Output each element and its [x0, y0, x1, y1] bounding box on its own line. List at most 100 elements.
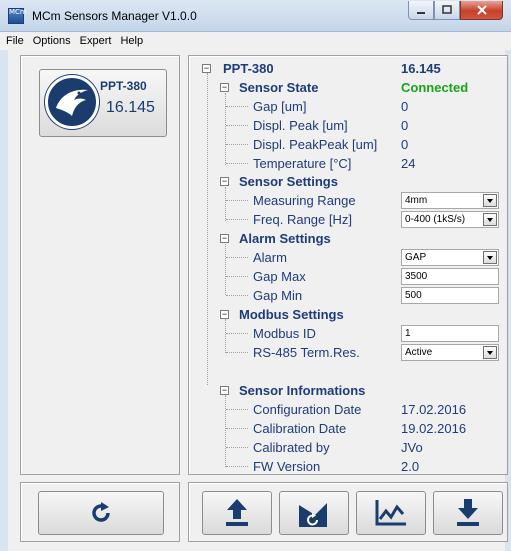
alarm-label: Alarm: [253, 250, 287, 265]
chevron-down-icon[interactable]: [483, 194, 497, 207]
menu-bar: File Options Expert Help: [0, 32, 511, 50]
tree-line: [226, 295, 248, 296]
tree-root-label: PPT-380: [223, 61, 274, 76]
maximize-button[interactable]: [434, 1, 460, 20]
gap-label: Gap [um]: [253, 99, 307, 114]
window-title: MCm Sensors Manager V1.0.0: [32, 9, 197, 23]
tree-line: [226, 219, 248, 220]
device-refresh-button[interactable]: [279, 491, 349, 535]
device-value: 16.145: [106, 99, 155, 116]
menu-expert[interactable]: Expert: [80, 35, 112, 47]
measuring-range-selected: 4mm: [405, 195, 428, 206]
displ-peakpeak-value: 0: [401, 137, 409, 152]
temperature-row: Temperature [°C] 24: [189, 154, 509, 173]
chevron-down-icon[interactable]: [483, 213, 497, 226]
close-button[interactable]: [460, 1, 503, 20]
alarm-settings-row[interactable]: − Alarm Settings: [189, 229, 509, 248]
tree-line: [226, 428, 248, 429]
measuring-range-row: Measuring Range 4mm: [189, 191, 509, 210]
menu-options[interactable]: Options: [33, 35, 71, 47]
sensor-state-row[interactable]: − Sensor State Connected: [189, 78, 509, 97]
collapse-icon[interactable]: −: [220, 234, 229, 243]
tree-line: [226, 352, 248, 353]
calibration-date-value: 19.02.2016: [401, 421, 467, 436]
fw-version-label: FW Version: [253, 459, 321, 474]
sensor-informations-row[interactable]: − Sensor Informations: [189, 381, 509, 400]
maximize-icon: [442, 5, 452, 14]
term-res-select[interactable]: Active: [401, 344, 499, 361]
gap-row: Gap [um] 0: [189, 97, 509, 116]
chevron-down-icon[interactable]: [483, 346, 497, 359]
collapse-icon[interactable]: −: [220, 310, 229, 319]
fw-version-value: 2.0: [401, 459, 420, 474]
freq-range-select[interactable]: 0-400 (1kS/s): [401, 211, 499, 228]
menu-help[interactable]: Help: [120, 35, 143, 47]
download-icon: [457, 499, 479, 526]
collapse-icon[interactable]: −: [220, 386, 229, 395]
tree-line: [226, 409, 248, 410]
displ-peak-value: 0: [401, 118, 409, 133]
collapse-icon[interactable]: −: [202, 64, 211, 73]
device-refresh-icon: [299, 503, 327, 527]
freq-range-label: Freq. Range [Hz]: [253, 212, 352, 227]
displ-peak-label: Displ. Peak [um]: [253, 118, 348, 133]
gap-min-input[interactable]: 500: [401, 287, 499, 304]
connection-status-value: Connected: [401, 80, 469, 95]
gap-value: 0: [401, 99, 409, 114]
fw-version-row: FW Version 2.0: [189, 457, 509, 476]
sensor-state-label: Sensor State: [239, 80, 319, 95]
minimize-button[interactable]: [408, 1, 434, 20]
measuring-range-label: Measuring Range: [253, 193, 356, 208]
tree-line: [226, 333, 248, 334]
tree-line: [226, 257, 248, 258]
refresh-button[interactable]: [38, 491, 164, 535]
upload-button[interactable]: [202, 491, 272, 535]
calibrated-by-row: Calibrated by JVo: [189, 438, 509, 457]
sensor-informations-label: Sensor Informations: [239, 383, 366, 398]
tree-root-row[interactable]: − PPT-380 16.145: [189, 59, 509, 78]
collapse-icon[interactable]: −: [220, 177, 229, 186]
displ-peakpeak-row: Displ. PeakPeak [um] 0: [189, 135, 509, 154]
tree-line: [226, 106, 248, 107]
alarm-selected: GAP: [405, 252, 427, 263]
chart-button[interactable]: [356, 491, 426, 535]
gap-min-label: Gap Min: [253, 288, 303, 303]
term-res-row: RS-485 Term.Res. Active: [189, 343, 509, 362]
gap-max-input[interactable]: 3500: [401, 268, 499, 285]
download-button[interactable]: [433, 491, 503, 535]
tree-line: [226, 200, 248, 201]
alarm-select[interactable]: GAP: [401, 249, 499, 266]
gap-max-row: Gap Max 3500: [189, 267, 509, 286]
temperature-label: Temperature [°C]: [253, 156, 352, 171]
tree-line: [226, 447, 248, 448]
eagle-logo-icon: [45, 75, 99, 129]
alarm-row: Alarm GAP: [189, 248, 509, 267]
tree-root-value: 16.145: [401, 61, 441, 76]
temperature-value: 24: [401, 156, 416, 171]
modbus-id-label: Modbus ID: [253, 326, 316, 341]
window-controls: [408, 1, 503, 21]
sensor-settings-row[interactable]: − Sensor Settings: [189, 172, 509, 191]
title-bar: MCm MCm Sensors Manager V1.0.0: [0, 0, 511, 32]
calibration-date-label: Calibration Date: [253, 421, 347, 436]
configuration-date-value: 17.02.2016: [401, 402, 467, 417]
upload-icon: [226, 499, 248, 526]
calibrated-by-value: JVo: [401, 440, 423, 455]
device-button[interactable]: PPT-380 16.145: [39, 69, 167, 137]
displ-peak-row: Displ. Peak [um] 0: [189, 116, 509, 135]
modbus-id-row: Modbus ID 1: [189, 324, 509, 343]
collapse-icon[interactable]: −: [220, 83, 229, 92]
gap-max-label: Gap Max: [253, 269, 306, 284]
calibrated-by-label: Calibrated by: [253, 440, 330, 455]
configuration-date-row: Configuration Date 17.02.2016: [189, 400, 509, 419]
menu-file[interactable]: File: [6, 35, 24, 47]
sensor-settings-label: Sensor Settings: [239, 174, 338, 189]
modbus-id-input[interactable]: 1: [401, 325, 499, 342]
measuring-range-select[interactable]: 4mm: [401, 192, 499, 209]
minimize-icon: [417, 12, 425, 14]
device-list-panel: PPT-380 16.145: [20, 55, 180, 475]
freq-range-row: Freq. Range [Hz] 0-400 (1kS/s): [189, 210, 509, 229]
displ-peakpeak-label: Displ. PeakPeak [um]: [253, 137, 378, 152]
chevron-down-icon[interactable]: [483, 251, 497, 264]
modbus-settings-row[interactable]: − Modbus Settings: [189, 305, 509, 324]
